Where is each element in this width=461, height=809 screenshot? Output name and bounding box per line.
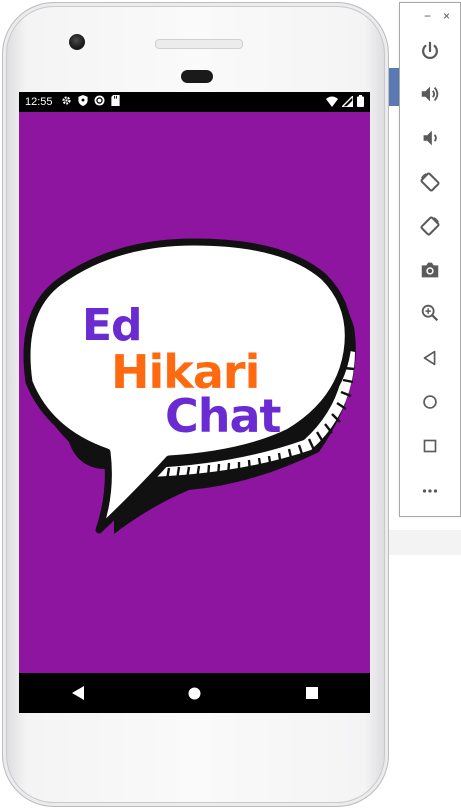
status-time: 12:55 [25, 96, 53, 108]
rotate-right-button[interactable] [416, 212, 444, 240]
toolbar-window-controls: − × [400, 3, 460, 29]
power-button[interactable] [416, 37, 444, 65]
proximity-sensor [181, 70, 213, 83]
volume-down-button[interactable] [416, 124, 444, 152]
device-screen: 12:55 Ed Hikari Chat [19, 92, 370, 713]
back-icon [423, 350, 436, 366]
more-button[interactable] [416, 477, 444, 505]
background-window-panel [388, 530, 461, 555]
rotate-left-icon [420, 172, 440, 192]
nav-home-button[interactable] [175, 678, 215, 708]
recents-square-icon [305, 687, 318, 699]
navigation-bar [19, 673, 370, 713]
settings-icon [61, 95, 72, 109]
toolbar-overview-button[interactable] [416, 432, 444, 460]
shield-icon [77, 95, 88, 109]
front-camera [69, 34, 85, 50]
volume-up-button[interactable] [416, 80, 444, 108]
close-button[interactable]: × [443, 9, 450, 23]
wifi-icon [326, 96, 338, 110]
home-circle-icon [188, 687, 201, 699]
background-window-edge [388, 68, 399, 106]
volume-up-icon [421, 86, 439, 102]
battery-icon [357, 95, 364, 110]
logo-text-chat: Chat [165, 389, 282, 443]
splash-screen: Ed Hikari Chat [19, 112, 370, 673]
sync-icon [93, 95, 105, 109]
power-icon [422, 41, 438, 60]
camera-icon [421, 262, 439, 278]
nav-back-button[interactable] [58, 678, 98, 708]
status-right-group [326, 93, 364, 110]
cell-signal-icon [340, 93, 354, 110]
logo-text-ed: Ed [82, 300, 143, 351]
volume-down-icon [423, 130, 437, 146]
sd-card-icon [110, 95, 120, 109]
minimize-button[interactable]: − [424, 9, 431, 23]
rotate-right-icon [420, 216, 440, 236]
status-bar: 12:55 [19, 92, 370, 112]
zoom-button[interactable] [416, 299, 444, 327]
earpiece-speaker [155, 39, 243, 49]
emulator-toolbar: − × [399, 2, 461, 517]
toolbar-home-button[interactable] [416, 388, 444, 416]
overview-icon [423, 439, 437, 453]
toolbar-back-button[interactable] [416, 344, 444, 372]
screenshot-button[interactable] [416, 256, 444, 284]
nav-recents-button[interactable] [292, 678, 332, 708]
home-icon [423, 395, 437, 409]
zoom-icon [421, 304, 439, 322]
back-triangle-icon [71, 686, 84, 700]
rotate-left-button[interactable] [416, 168, 444, 196]
more-icon [422, 489, 438, 493]
